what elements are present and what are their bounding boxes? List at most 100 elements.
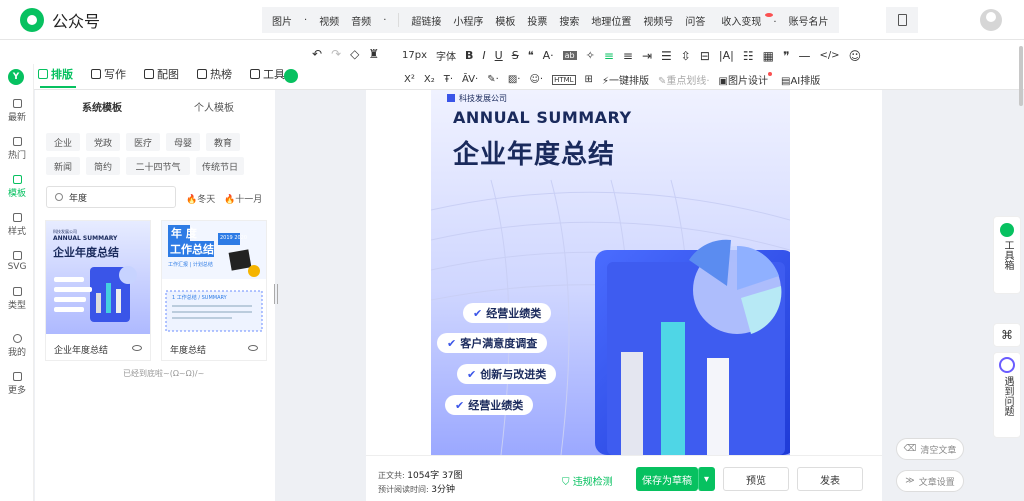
hot-tag-november[interactable]: 🔥十一月 — [224, 192, 262, 205]
insert-template[interactable]: 模板 — [491, 13, 519, 28]
document-icon[interactable] — [886, 7, 918, 33]
code-icon[interactable]: </> — [819, 50, 839, 61]
text-effect-icon[interactable]: ✧ — [586, 49, 595, 62]
resize-handle[interactable] — [274, 284, 278, 304]
nav-more[interactable]: 更多 — [0, 372, 34, 396]
redo-icon[interactable]: ↷ — [331, 47, 341, 61]
preview-button[interactable]: 预览 — [723, 467, 789, 491]
font-color-icon[interactable]: A· — [543, 49, 554, 62]
save-draft-button[interactable]: 保存为草稿 — [636, 467, 698, 491]
insert-location[interactable]: 地理位置 — [587, 13, 635, 28]
chip-news[interactable]: 新闻 — [46, 157, 80, 175]
subscript-icon[interactable]: X₂ — [424, 74, 435, 85]
insert-miniprogram[interactable]: 小程序 — [449, 13, 487, 28]
bold-icon[interactable]: B — [465, 49, 473, 62]
highlight-icon[interactable]: ab — [562, 51, 577, 60]
indent-icon[interactable]: ⇥ — [642, 49, 652, 63]
tab-personal-templates[interactable]: 个人模板 — [194, 99, 234, 114]
ai-layout[interactable]: ▤AI排版 — [781, 72, 820, 87]
undo-icon[interactable]: ↶ — [312, 47, 322, 61]
insert-qa[interactable]: 问答 — [681, 13, 709, 28]
nav-latest[interactable]: 最新 — [0, 99, 34, 123]
html-icon[interactable]: HTML — [552, 74, 576, 85]
emoji-select-icon[interactable]: ☺· — [529, 74, 543, 85]
letter-spacing-icon[interactable]: |A| — [719, 49, 734, 62]
avatar[interactable] — [980, 9, 1002, 31]
text-align-icon[interactable]: Ŧ· — [444, 74, 453, 85]
chart-icon[interactable]: ⊞ — [585, 74, 593, 85]
chip-simple[interactable]: 简约 — [86, 157, 120, 175]
font-size-select[interactable]: 17px — [402, 50, 427, 61]
pen-icon[interactable]: ✎· — [487, 74, 499, 85]
char-spacing-icon[interactable]: ĀV· — [462, 74, 478, 85]
insert-audio[interactable]: 音频 — [347, 13, 375, 28]
tab-system-templates[interactable]: 系统模板 — [82, 99, 122, 114]
help-panel[interactable]: 遇到问题 — [993, 352, 1021, 438]
chip-party[interactable]: 党政 — [86, 133, 120, 151]
chip-maternal[interactable]: 母婴 — [166, 133, 200, 151]
clear-format-icon[interactable]: ◇ — [350, 47, 359, 61]
violation-check-button[interactable]: ⛉ 违规检测 — [562, 473, 613, 488]
quote-mark-icon[interactable]: ❝ — [528, 49, 534, 62]
focus-line[interactable]: ✎重点划线· — [658, 72, 710, 87]
tab-image[interactable]: 配图 — [144, 66, 179, 82]
insert-channels[interactable]: 视频号 — [639, 13, 677, 28]
insert-account-card[interactable]: 账号名片 — [785, 13, 833, 28]
chip-festival[interactable]: 传统节日 — [196, 157, 244, 175]
insert-link[interactable]: 超链接 — [407, 13, 445, 28]
underline-icon[interactable]: U — [495, 49, 503, 62]
chip-education[interactable]: 教育 — [206, 133, 240, 151]
page-scrollbar[interactable] — [1019, 46, 1023, 106]
insert-video[interactable]: 视频 — [315, 13, 343, 28]
nav-template[interactable]: 模板 — [0, 175, 34, 199]
nav-hot[interactable]: 热门 — [0, 137, 34, 161]
preview-eye-icon[interactable] — [132, 345, 142, 351]
clear-article-button[interactable]: ⌫ 清空文章 — [896, 438, 964, 460]
save-dropdown-chevron-icon[interactable]: ▾ — [698, 467, 715, 491]
plugin-logo-icon[interactable]: Y — [8, 69, 24, 85]
chip-enterprise[interactable]: 企业 — [46, 133, 80, 151]
spacing-icon[interactable]: ⇳ — [681, 49, 691, 63]
format-painter-icon[interactable]: ♜ — [368, 47, 379, 61]
publish-button[interactable]: 发表 — [797, 467, 863, 491]
toggle-switch[interactable] — [284, 69, 298, 83]
toolbox-panel[interactable]: 工具箱 — [993, 216, 1021, 294]
app-logo[interactable]: 公众号 — [20, 8, 100, 32]
paragraph-icon[interactable]: ⊟ — [700, 49, 710, 63]
list-icon[interactable]: ☷ — [743, 49, 754, 63]
tab-tools[interactable]: 工具 — [250, 66, 285, 82]
superscript-icon[interactable]: X² — [404, 74, 415, 85]
insert-vote[interactable]: 投票 — [523, 13, 551, 28]
chip-solar-terms[interactable]: 二十四节气 — [126, 157, 190, 175]
tab-layout[interactable]: 排版 — [38, 66, 73, 82]
hot-tag-winter[interactable]: 🔥冬天 — [186, 192, 215, 205]
strikethrough-icon[interactable]: S — [512, 49, 519, 62]
nav-style[interactable]: 样式 — [0, 213, 34, 237]
article-poster-image[interactable]: 科技发展公司 ANNUAL SUMMARY 企业年度总结 ✔ 经营业绩类 ✔ 客户满… — [431, 90, 790, 455]
insert-monetize[interactable]: 收入变现 · — [713, 12, 780, 28]
font-family-select[interactable]: 字体 — [436, 48, 456, 63]
table-icon[interactable]: ▦ — [763, 49, 774, 63]
quote-icon[interactable]: ❞ — [783, 49, 789, 63]
tab-trending[interactable]: 热榜 — [197, 66, 232, 82]
align-left-icon[interactable]: ≡ — [604, 49, 614, 63]
one-key-layout[interactable]: ⚡一键排版 — [602, 72, 649, 87]
template-card[interactable]: 年 度 工作总结 2019 2020 工作汇报 | 计划总结 1 工作总结 / … — [161, 220, 267, 361]
line-height-icon[interactable]: ☰ — [661, 49, 672, 63]
apps-icon[interactable]: ⌘ — [993, 323, 1021, 347]
image-icon[interactable]: ▨· — [508, 74, 521, 85]
nav-mine[interactable]: 我的 — [0, 334, 34, 358]
insert-search[interactable]: 搜索 — [555, 13, 583, 28]
emoji-icon[interactable]: ☺ — [849, 49, 862, 63]
chip-medical[interactable]: 医疗 — [126, 133, 160, 151]
preview-eye-icon[interactable] — [248, 345, 258, 351]
nav-type[interactable]: 类型 — [0, 287, 34, 311]
nav-svg[interactable]: SVG — [0, 251, 34, 272]
divider-line-icon[interactable]: — — [798, 49, 810, 63]
italic-icon[interactable]: I — [482, 49, 485, 62]
picture-design[interactable]: ▣图片设计 — [719, 72, 772, 87]
insert-image[interactable]: 图片 — [268, 13, 296, 28]
article-settings-button[interactable]: ≫ 文章设置 — [896, 470, 964, 492]
template-search-input[interactable]: 年度 — [46, 186, 176, 208]
tab-write[interactable]: 写作 — [91, 66, 126, 82]
